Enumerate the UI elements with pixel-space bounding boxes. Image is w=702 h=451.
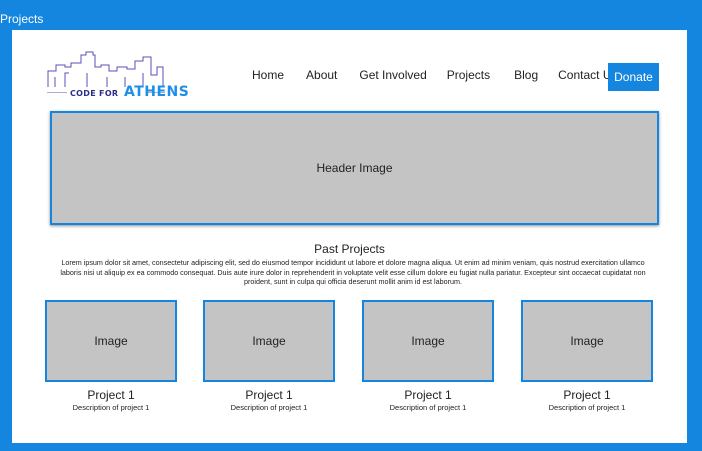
page-canvas: CODE FOR ATHENS Home About Get Involved … — [12, 30, 687, 443]
header-image-label: Header Image — [316, 161, 393, 175]
project-title[interactable]: Project 1 — [356, 388, 500, 402]
project-description: Description of project 1 — [389, 403, 467, 412]
project-image-label: Image — [570, 334, 604, 348]
logo-wordmark: CODE FOR ATHENS — [70, 81, 189, 100]
nav-blog[interactable]: Blog — [514, 68, 538, 82]
project-card[interactable]: Image Project 1 Description of project 1 — [197, 300, 341, 412]
nav-projects[interactable]: Projects — [447, 68, 490, 82]
code-for-athens-logo[interactable]: CODE FOR ATHENS — [47, 47, 189, 100]
project-card[interactable]: Image Project 1 Description of project 1 — [356, 300, 500, 412]
project-image[interactable]: Image — [45, 300, 177, 382]
section-title: Past Projects — [314, 242, 385, 256]
project-description: Description of project 1 — [72, 403, 150, 412]
project-image[interactable]: Image — [521, 300, 653, 382]
section-description: Lorem ipsum dolor sit amet, consectetur … — [60, 258, 646, 286]
project-image-label: Image — [252, 334, 286, 348]
main-nav: Home About Get Involved Projects Blog Co… — [252, 63, 618, 87]
nav-home[interactable]: Home — [252, 68, 284, 82]
project-description: Description of project 1 — [548, 403, 626, 412]
project-image[interactable]: Image — [203, 300, 335, 382]
donate-button[interactable]: Donate — [608, 63, 659, 91]
project-image[interactable]: Image — [362, 300, 494, 382]
project-image-label: Image — [94, 334, 128, 348]
project-card[interactable]: Image Project 1 Description of project 1 — [515, 300, 659, 412]
app-frame: Projects CODE FOR ATHENS Home About Get … — [0, 0, 702, 451]
nav-about[interactable]: About — [306, 68, 337, 82]
header-image: Header Image — [50, 111, 659, 225]
window-title: Projects — [0, 12, 44, 26]
project-title[interactable]: Project 1 — [515, 388, 659, 402]
project-description: Description of project 1 — [230, 403, 308, 412]
project-card[interactable]: Image Project 1 Description of project 1 — [39, 300, 183, 412]
project-image-label: Image — [411, 334, 445, 348]
logo-line-1: CODE FOR — [70, 89, 119, 98]
nav-get-involved[interactable]: Get Involved — [359, 68, 426, 82]
project-title[interactable]: Project 1 — [39, 388, 183, 402]
project-title[interactable]: Project 1 — [197, 388, 341, 402]
logo-line-2: ATHENS — [123, 84, 190, 100]
